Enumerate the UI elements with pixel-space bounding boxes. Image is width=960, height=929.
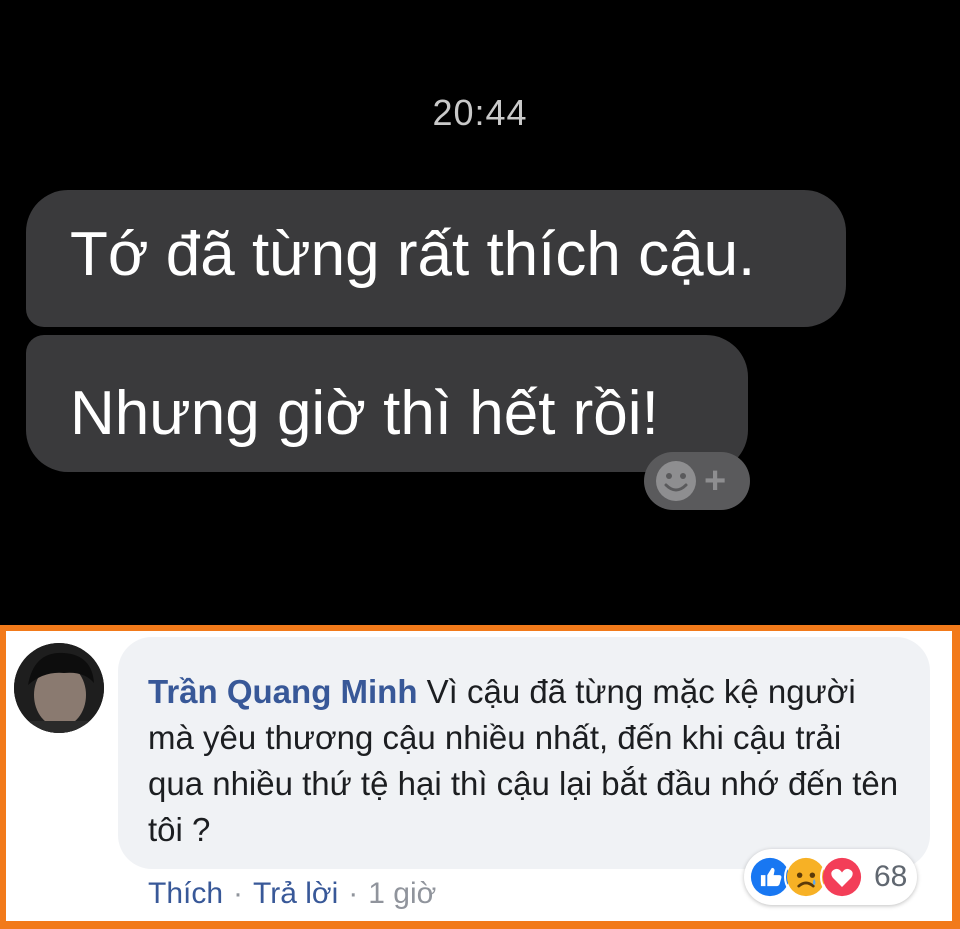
comment-actions: Thích · Trả lời · 1 giờ xyxy=(148,877,436,911)
chat-screen: 20:44 Tớ đã từng rất thích cậu. Nhưng gi… xyxy=(0,0,960,625)
comment-time[interactable]: 1 giờ xyxy=(368,877,436,911)
add-reaction-button[interactable]: + xyxy=(644,452,750,510)
message-bubble[interactable]: Tớ đã từng rất thích cậu. xyxy=(26,190,846,327)
reaction-summary[interactable]: 68 xyxy=(744,849,918,905)
plus-icon: + xyxy=(704,460,727,502)
message-bubble[interactable]: Nhưng giờ thì hết rồi! xyxy=(26,335,748,472)
avatar-image xyxy=(14,643,104,733)
love-icon xyxy=(820,855,864,899)
separator-dot: · xyxy=(348,877,359,910)
comment-highlight-frame: Trần Quang Minh Vì cậu đã từng mặc kệ ng… xyxy=(0,625,960,929)
reaction-count: 68 xyxy=(874,860,908,893)
reply-link[interactable]: Trả lời xyxy=(253,877,338,911)
comment-card: Trần Quang Minh Vì cậu đã từng mặc kệ ng… xyxy=(6,631,952,921)
message-text: Tớ đã từng rất thích cậu. xyxy=(70,220,756,289)
smiley-icon xyxy=(656,461,696,501)
comment-bubble: Trần Quang Minh Vì cậu đã từng mặc kệ ng… xyxy=(118,637,930,869)
separator-dot: · xyxy=(233,877,244,910)
like-link[interactable]: Thích xyxy=(148,877,223,911)
avatar[interactable] xyxy=(14,643,104,733)
message-timestamp: 20:44 xyxy=(432,92,528,133)
message-text: Nhưng giờ thì hết rồi! xyxy=(70,379,659,448)
comment-author[interactable]: Trần Quang Minh xyxy=(148,673,418,710)
